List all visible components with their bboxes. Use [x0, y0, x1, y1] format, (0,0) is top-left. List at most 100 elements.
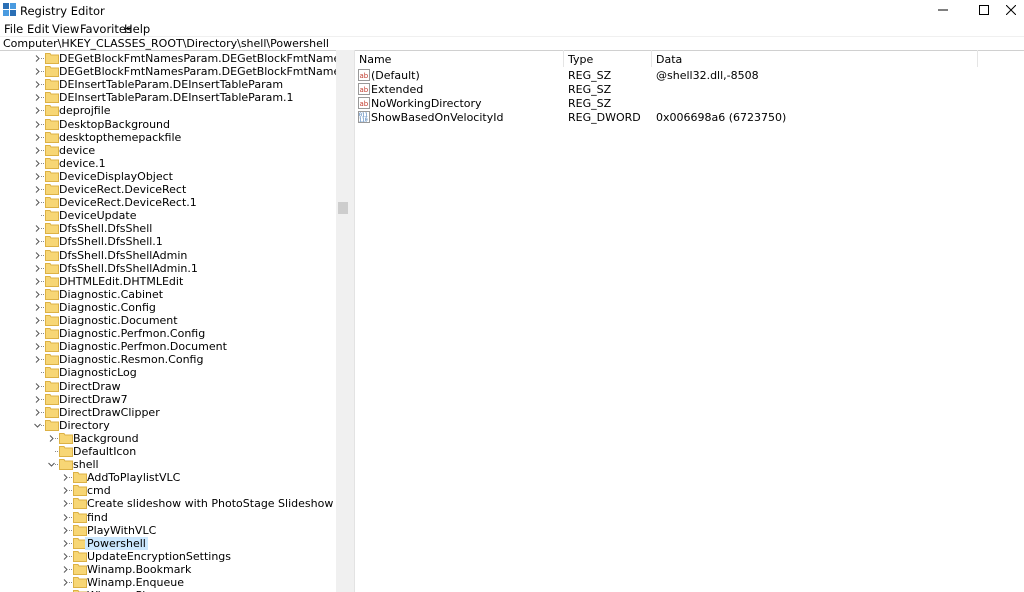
tree-node-label[interactable]: Diagnostic.Document [57, 314, 180, 327]
column-header-type[interactable]: Type [568, 53, 593, 66]
chevron-right-icon[interactable] [34, 107, 41, 115]
tree-node-label[interactable]: DEGetBlockFmtNamesParam.DEGetBlockFmtNam… [57, 65, 336, 78]
tree-node[interactable]: DfsShell.DfsShell.1 [0, 235, 336, 248]
chevron-right-icon[interactable] [34, 343, 41, 351]
tree-node-label[interactable]: DEGetBlockFmtNamesParam.DEGetBlockFmtNam… [57, 52, 336, 65]
value-row[interactable]: 011 110 ShowBasedOnVelocityId REG_DWORD 0x00… [355, 110, 1024, 124]
menu-file[interactable]: File [4, 22, 23, 36]
chevron-right-icon[interactable] [34, 277, 41, 285]
tree-node[interactable]: DirectDrawClipper [0, 406, 336, 419]
tree-node[interactable]: DeviceRect.DeviceRect [0, 183, 336, 196]
chevron-right-icon[interactable] [62, 487, 69, 495]
tree-node[interactable]: Diagnostic.Perfmon.Config [0, 327, 336, 340]
chevron-right-icon[interactable] [62, 500, 69, 508]
chevron-right-icon[interactable] [34, 290, 41, 298]
tree-node-label[interactable]: deprojfile [57, 104, 113, 117]
tree-node[interactable]: Powershell [0, 536, 336, 550]
tree-node-label[interactable]: UpdateEncryptionSettings [85, 550, 233, 563]
tree-node[interactable]: DiagnosticLog [0, 366, 336, 379]
tree-node[interactable]: DfsShell.DfsShellAdmin.1 [0, 262, 336, 275]
tree-node-label[interactable]: AddToPlaylistVLC [85, 471, 182, 484]
tree-node[interactable]: Directory [0, 419, 336, 432]
tree-node[interactable]: Diagnostic.Cabinet [0, 288, 336, 301]
address-path[interactable]: Computer\HKEY_CLASSES_ROOT\Directory\she… [3, 37, 329, 50]
chevron-right-icon[interactable] [34, 408, 41, 416]
chevron-right-icon[interactable] [34, 94, 41, 102]
tree-node[interactable]: DefaultIcon [0, 445, 336, 458]
tree-node-label[interactable]: Diagnostic.Perfmon.Document [57, 340, 229, 353]
chevron-right-icon[interactable] [34, 395, 41, 403]
menu-edit[interactable]: Edit [27, 22, 49, 36]
tree-node-label[interactable]: DefaultIcon [71, 445, 138, 458]
tree-node[interactable]: DEGetBlockFmtNamesParam.DEGetBlockFmtNam… [0, 52, 336, 65]
tree-node[interactable]: device [0, 144, 336, 157]
chevron-right-icon[interactable] [62, 474, 69, 482]
chevron-right-icon[interactable] [34, 186, 41, 193]
values-list[interactable]: Name Type Data ab (Default) REG_SZ @shell32… [355, 50, 1024, 592]
chevron-down-icon[interactable] [34, 422, 41, 429]
tree-node-label[interactable]: DfsShell.DfsShellAdmin.1 [57, 262, 200, 275]
tree-node[interactable]: DEGetBlockFmtNamesParam.DEGetBlockFmtNam… [0, 65, 336, 78]
chevron-right-icon[interactable] [34, 264, 41, 272]
tree-node-label[interactable]: DEInsertTableParam.DEInsertTableParam [57, 78, 285, 91]
chevron-right-icon[interactable] [62, 552, 69, 560]
address-bar[interactable]: Computer\HKEY_CLASSES_ROOT\Directory\she… [0, 36, 1024, 51]
tree-node[interactable]: DirectDraw [0, 380, 336, 393]
chevron-right-icon[interactable] [34, 68, 41, 75]
tree-node[interactable]: find [0, 511, 336, 524]
tree-node[interactable]: Diagnostic.Perfmon.Document [0, 340, 336, 353]
chevron-right-icon[interactable] [34, 238, 41, 246]
tree-node[interactable]: DEInsertTableParam.DEInsertTableParam.1 [0, 91, 336, 104]
tree-node[interactable]: Background [0, 432, 336, 445]
tree-node[interactable]: PlayWithVLC [0, 524, 336, 537]
tree-node-label[interactable]: DirectDraw7 [57, 393, 130, 406]
chevron-right-icon[interactable] [34, 146, 41, 154]
chevron-down-icon[interactable] [48, 461, 55, 468]
chevron-right-icon[interactable] [62, 566, 69, 573]
tree-node[interactable]: desktopthemepackfile [0, 131, 336, 144]
tree-node[interactable]: Winamp.Bookmark [0, 563, 336, 576]
chevron-right-icon[interactable] [62, 539, 69, 547]
chevron-right-icon[interactable] [34, 133, 41, 141]
tree-node-label[interactable]: Diagnostic.Resmon.Config [57, 353, 205, 366]
tree-node[interactable]: AddToPlaylistVLC [0, 471, 336, 484]
close-button[interactable] [998, 0, 1024, 20]
value-row[interactable]: ab NoWorkingDirectory REG_SZ [355, 96, 1024, 110]
chevron-right-icon[interactable] [34, 317, 41, 324]
tree-node-label[interactable]: PlayWithVLC [85, 524, 158, 537]
tree-node[interactable]: UpdateEncryptionSettings [0, 550, 336, 563]
tree-node-label[interactable]: Background [71, 432, 141, 445]
tree-node-label[interactable]: DirectDrawClipper [57, 406, 162, 419]
tree-node[interactable]: DfsShell.DfsShellAdmin [0, 249, 336, 262]
tree-node-label[interactable]: Directory [57, 419, 112, 432]
tree-node[interactable]: DirectDraw7 [0, 393, 336, 406]
tree-node[interactable]: DeviceRect.DeviceRect.1 [0, 196, 336, 209]
tree-node[interactable]: DfsShell.DfsShell [0, 222, 336, 235]
tree-node-label[interactable]: Winamp.Enqueue [85, 576, 186, 589]
chevron-right-icon[interactable] [48, 435, 55, 442]
tree-node-label[interactable]: device.1 [57, 157, 108, 170]
tree-node-label[interactable]: Create slideshow with PhotoStage Slidesh… [85, 497, 336, 510]
chevron-right-icon[interactable] [62, 526, 69, 534]
tree-node[interactable]: DeviceDisplayObject [0, 170, 336, 183]
tree-node[interactable]: DesktopBackground [0, 118, 336, 131]
tree-scrollbar-thumb[interactable] [338, 202, 348, 214]
chevron-right-icon[interactable] [34, 120, 41, 128]
column-separator[interactable] [563, 50, 564, 67]
tree-node[interactable]: Diagnostic.Config [0, 301, 336, 314]
column-separator[interactable] [977, 50, 978, 67]
tree-node-label[interactable]: DHTMLEdit.DHTMLEdit [57, 275, 185, 288]
chevron-right-icon[interactable] [62, 579, 69, 586]
tree-node-label-selected[interactable]: Powershell [85, 536, 148, 550]
chevron-right-icon[interactable] [34, 356, 41, 364]
tree-node-label[interactable]: DfsShell.DfsShellAdmin [57, 249, 189, 262]
tree-node-label[interactable]: DfsShell.DfsShell [57, 222, 154, 235]
tree-node-label[interactable]: find [85, 511, 110, 524]
tree-node-label[interactable]: shell [71, 458, 101, 471]
tree-node[interactable]: Winamp.Enqueue [0, 576, 336, 589]
chevron-right-icon[interactable] [34, 304, 41, 311]
menu-view[interactable]: View [52, 22, 79, 36]
tree-node-label[interactable]: DeviceRect.DeviceRect [57, 183, 188, 196]
key-tree[interactable]: DEGetBlockFmtNamesParam.DEGetBlockFmtNam… [0, 50, 336, 592]
chevron-right-icon[interactable] [34, 173, 41, 180]
